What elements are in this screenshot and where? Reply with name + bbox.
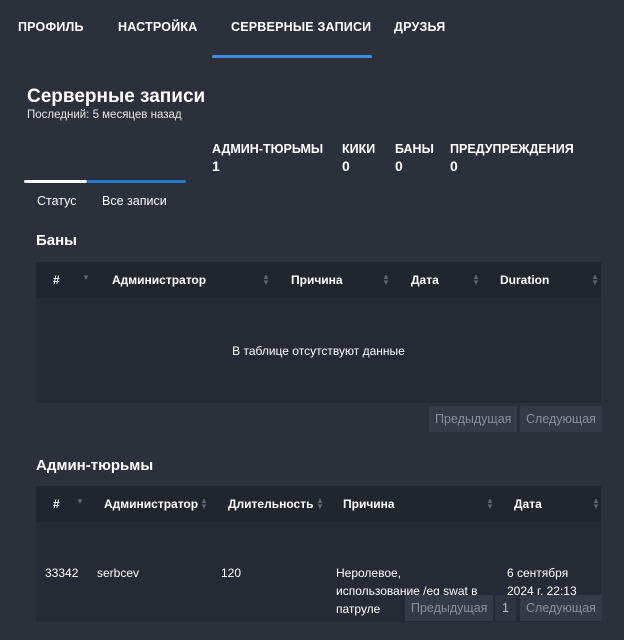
page-title: Серверные записи bbox=[27, 86, 206, 107]
bans-table-header: # ▼ Администратор ▲ ▼ Причина ▲ ▼ Дата ▲ ▼ … bbox=[36, 262, 601, 298]
stat-value: 0 bbox=[450, 158, 458, 174]
bans-table: # ▼ Администратор ▲ ▼ Причина ▲ ▼ Дата ▲ ▼ … bbox=[36, 262, 601, 403]
reason-line: Неролевое, bbox=[336, 566, 402, 580]
column-header-admin[interactable]: Администратор bbox=[104, 497, 198, 511]
stat-admin-jails: АДМИН-ТЮРЬМЫ 1 bbox=[212, 141, 323, 175]
stat-label: АДМИН-ТЮРЬМЫ bbox=[212, 142, 324, 156]
nav-tab-server-records[interactable]: СЕРВЕРНЫЕ ЗАПИСИ bbox=[231, 20, 371, 34]
nav-tab-friends[interactable]: ДРУЗЬЯ bbox=[394, 20, 445, 34]
jails-table-header: # ▼ Администратор ▲ ▼ Длительность ▲ ▼ При… bbox=[36, 486, 601, 522]
subtab-all-records[interactable]: Все записи bbox=[102, 194, 167, 208]
stat-label: КИКИ bbox=[342, 142, 376, 156]
subtab-indicator-all bbox=[87, 180, 186, 183]
top-navigation: ПРОФИЛЬ НАСТРОЙКА СЕРВЕРНЫЕ ЗАПИСИ ДРУЗЬ… bbox=[0, 0, 624, 58]
bans-prev-button[interactable]: Предыдущая bbox=[429, 406, 518, 432]
bans-next-button[interactable]: Следующая bbox=[520, 406, 602, 432]
sort-desc-icon[interactable]: ▼ bbox=[76, 498, 84, 506]
column-header-reason[interactable]: Причина bbox=[291, 273, 343, 287]
nav-active-indicator bbox=[212, 55, 372, 58]
stat-warnings: ПРЕДУПРЕЖДЕНИЯ 0 bbox=[450, 141, 574, 175]
jails-next-button[interactable]: Следующая bbox=[520, 595, 602, 621]
jails-prev-button[interactable]: Предыдущая bbox=[405, 595, 494, 621]
sort-icon[interactable]: ▲ ▼ bbox=[592, 497, 600, 511]
sort-icon[interactable]: ▲ ▼ bbox=[200, 497, 208, 511]
sort-icon[interactable]: ▲ ▼ bbox=[472, 273, 480, 287]
column-header-duration[interactable]: Duration bbox=[500, 273, 549, 287]
sort-icon[interactable]: ▲ ▼ bbox=[316, 497, 324, 511]
row-admin: serbcev bbox=[97, 566, 140, 580]
table-row: 33342 serbcev 120 Неролевое, использован… bbox=[36, 522, 601, 622]
stat-value: 0 bbox=[395, 158, 403, 174]
subtab-indicator-status bbox=[24, 180, 87, 183]
last-record-time: Последний: 5 месяцев назад bbox=[27, 109, 182, 121]
column-header-id[interactable]: # bbox=[53, 273, 60, 287]
column-header-duration[interactable]: Длительность bbox=[228, 497, 313, 511]
date-line: 6 сентября bbox=[507, 566, 569, 580]
column-header-reason[interactable]: Причина bbox=[343, 497, 395, 511]
sort-desc-icon[interactable]: ▼ bbox=[82, 274, 90, 282]
jails-page-1-button[interactable]: 1 bbox=[495, 595, 516, 621]
jails-section-title: Админ-тюрьмы bbox=[36, 457, 154, 474]
nav-tab-profile[interactable]: ПРОФИЛЬ bbox=[18, 20, 84, 34]
sort-icon[interactable]: ▲ ▼ bbox=[591, 273, 599, 287]
row-id: 33342 bbox=[45, 566, 79, 580]
empty-table-message: В таблице отсутствуют данные bbox=[232, 344, 405, 358]
sort-icon[interactable]: ▲ ▼ bbox=[486, 497, 494, 511]
stat-kicks: КИКИ 0 bbox=[342, 141, 375, 175]
stat-label: ПРЕДУПРЕЖДЕНИЯ bbox=[450, 142, 574, 156]
jails-table: # ▼ Администратор ▲ ▼ Длительность ▲ ▼ При… bbox=[36, 486, 601, 622]
stat-label: БАНЫ bbox=[395, 142, 434, 156]
column-header-date[interactable]: Дата bbox=[514, 497, 542, 511]
sort-icon[interactable]: ▲ ▼ bbox=[382, 273, 390, 287]
column-header-id[interactable]: # bbox=[53, 497, 60, 511]
stat-value: 1 bbox=[212, 158, 220, 174]
column-header-date[interactable]: Дата bbox=[411, 273, 439, 287]
subtab-status[interactable]: Статус bbox=[37, 194, 77, 208]
bans-table-body: В таблице отсутствуют данные bbox=[36, 298, 601, 403]
stat-value: 0 bbox=[342, 158, 350, 174]
nav-tab-settings[interactable]: НАСТРОЙКА bbox=[118, 20, 197, 34]
stat-bans: БАНЫ 0 bbox=[395, 141, 434, 175]
row-duration: 120 bbox=[221, 566, 242, 580]
bans-section-title: Баны bbox=[36, 232, 77, 249]
column-header-admin[interactable]: Администратор bbox=[112, 273, 206, 287]
sort-icon[interactable]: ▲ ▼ bbox=[262, 273, 270, 287]
